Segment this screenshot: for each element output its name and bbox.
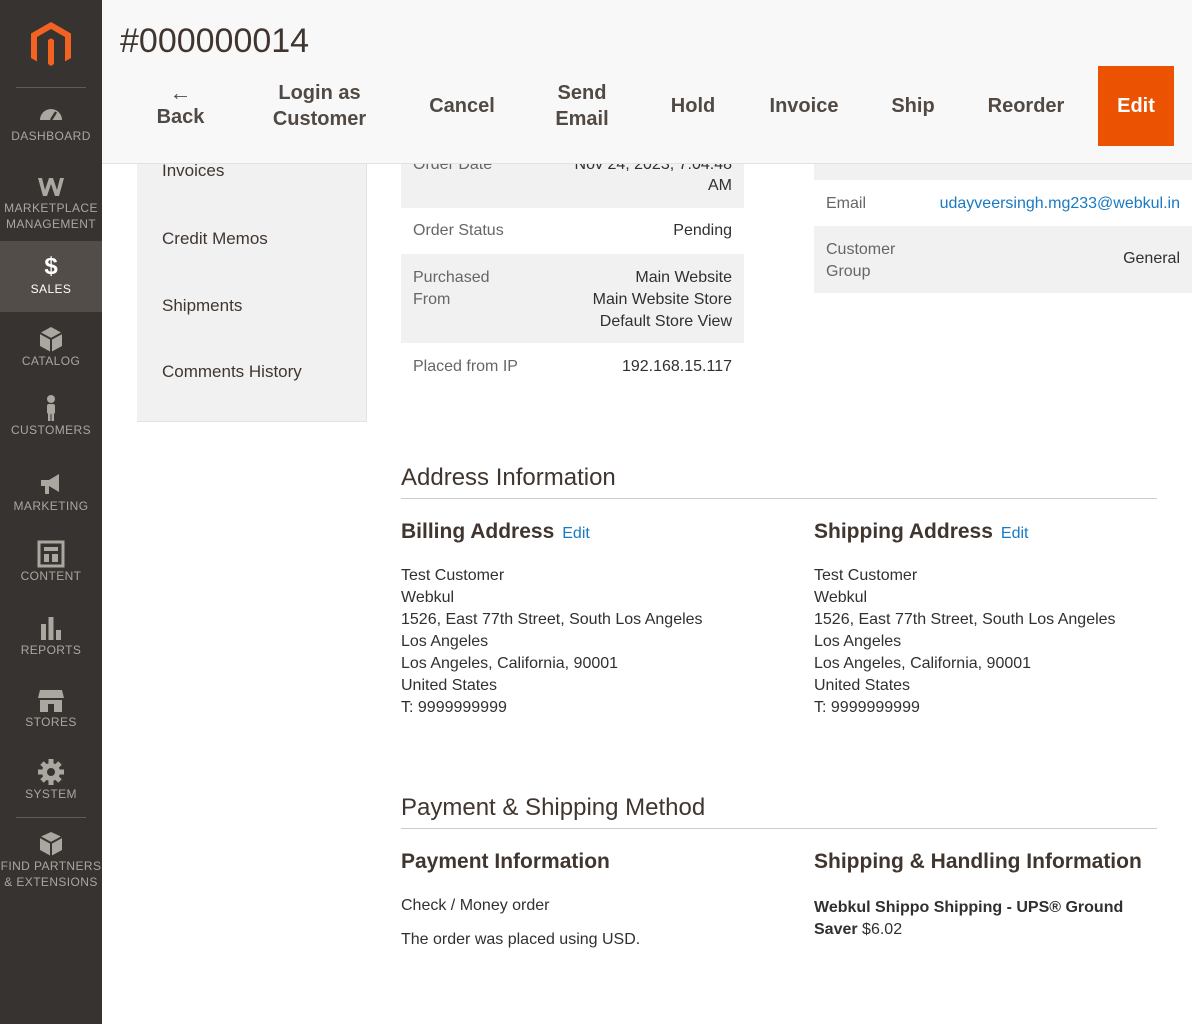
send-email-button[interactable]: Send Email: [538, 66, 626, 146]
megaphone-icon: [41, 474, 59, 494]
nav-find-partners[interactable]: FIND PARTNERS & EXTENSIONS: [0, 830, 102, 894]
bar-chart-icon: [41, 617, 61, 640]
order-status-label: Order Status: [413, 222, 504, 239]
page-header: #000000014 ← Back Login as Customer Canc…: [102, 0, 1192, 164]
shipping-price: $6.02: [862, 921, 903, 938]
placed-from-ip-value: 192.168.15.117: [621, 358, 732, 375]
tab-invoices[interactable]: Invoices: [162, 161, 224, 181]
customer-group-label: Customer Group: [826, 241, 896, 280]
tab-shipments[interactable]: Shipments: [162, 296, 242, 316]
page-title: #000000014: [120, 22, 310, 60]
magento-logo[interactable]: [26, 20, 76, 70]
nav-marketplace-management[interactable]: MARKETPLACE MANAGEMENT: [0, 172, 102, 236]
shipping-method-info: Webkul Shippo Shipping - UPS® Ground Sav…: [814, 897, 1154, 941]
email-row: Email udayveersingh.mg233@webkul.in: [814, 180, 1192, 226]
tab-comments-history[interactable]: Comments History: [162, 362, 302, 382]
order-view-tabs: Invoices Credit Memos Shipments Comments…: [137, 161, 367, 422]
nav-sales[interactable]: $ SALES: [0, 241, 102, 312]
order-status-row: Order Status Pending: [401, 208, 744, 254]
blocks-icon: [39, 832, 63, 856]
nav-system[interactable]: SYSTEM: [0, 758, 102, 816]
nav-customers[interactable]: CUSTOMERS: [0, 394, 102, 452]
nav-content[interactable]: CONTENT: [0, 540, 102, 598]
shipping-method-name: Webkul Shippo Shipping - UPS® Ground Sav…: [814, 899, 1124, 938]
payment-information-heading: Payment Information: [401, 850, 610, 873]
tab-credit-memos[interactable]: Credit Memos: [162, 229, 268, 249]
customer-group-row: Customer Group General: [814, 226, 1192, 293]
order-date-value-line2: AM: [708, 177, 732, 194]
nav-marketing[interactable]: MARKETING: [0, 470, 102, 528]
shipping-handling-heading: Shipping & Handling Information: [814, 850, 1142, 873]
order-status-value: Pending: [673, 222, 732, 239]
purchased-from-value: Main Website Main Website Store Default …: [592, 269, 732, 330]
nav-catalog[interactable]: CATALOG: [0, 325, 102, 383]
payment-shipping-section-title: Payment & Shipping Method: [401, 794, 1157, 829]
arrow-left-icon: ←: [169, 80, 192, 105]
edit-billing-address-link[interactable]: Edit: [562, 525, 590, 542]
purchased-from-row: Purchased From Main Website Main Website…: [401, 254, 744, 343]
ship-button[interactable]: Ship: [874, 66, 952, 146]
placed-from-ip-label: Placed from IP: [413, 358, 518, 375]
sidebar-divider: [16, 817, 86, 818]
address-section-title: Address Information: [401, 464, 1157, 499]
nav-stores[interactable]: STORES: [0, 686, 102, 744]
edit-button[interactable]: Edit: [1098, 66, 1174, 146]
nav-dashboard[interactable]: DASHBOARD: [0, 100, 102, 158]
payment-currency-note: The order was placed using USD.: [401, 931, 641, 948]
edit-shipping-address-link[interactable]: Edit: [1001, 525, 1029, 542]
sidebar-divider: [16, 87, 86, 88]
person-icon: [47, 395, 55, 421]
customer-email-link[interactable]: udayveersingh.mg233@webkul.in: [940, 195, 1180, 213]
placed-from-ip-row: Placed from IP 192.168.15.117: [401, 343, 744, 389]
billing-address-heading: Billing Address Edit: [401, 520, 590, 543]
webkul-w-icon: [38, 178, 64, 196]
layout-icon: [37, 540, 65, 568]
nav-reports[interactable]: REPORTS: [0, 614, 102, 672]
cancel-button[interactable]: Cancel: [412, 66, 512, 146]
reorder-button[interactable]: Reorder: [976, 66, 1076, 146]
customer-group-value: General: [1123, 250, 1180, 267]
dollar-icon: $: [44, 253, 58, 280]
admin-sidebar: DASHBOARD MARKETPLACE MANAGEMENT $ SALES…: [0, 0, 102, 1024]
shipping-address-heading: Shipping Address Edit: [814, 520, 1029, 543]
storefront-icon: [38, 690, 64, 712]
purchased-from-label: Purchased From: [413, 269, 490, 308]
shipping-address-block: Test Customer Webkul 1526, East 77th Str…: [814, 567, 1116, 716]
back-button[interactable]: ← Back: [138, 66, 223, 146]
speedometer-icon: [40, 109, 62, 121]
login-as-customer-button[interactable]: Login as Customer: [257, 66, 382, 146]
email-label: Email: [826, 195, 867, 212]
cube-icon: [39, 327, 63, 352]
invoice-button[interactable]: Invoice: [758, 66, 850, 146]
billing-address-block: Test Customer Webkul 1526, East 77th Str…: [401, 567, 703, 716]
hold-button[interactable]: Hold: [650, 66, 736, 146]
payment-method: Check / Money order: [401, 897, 550, 914]
gear-icon: [38, 759, 64, 785]
